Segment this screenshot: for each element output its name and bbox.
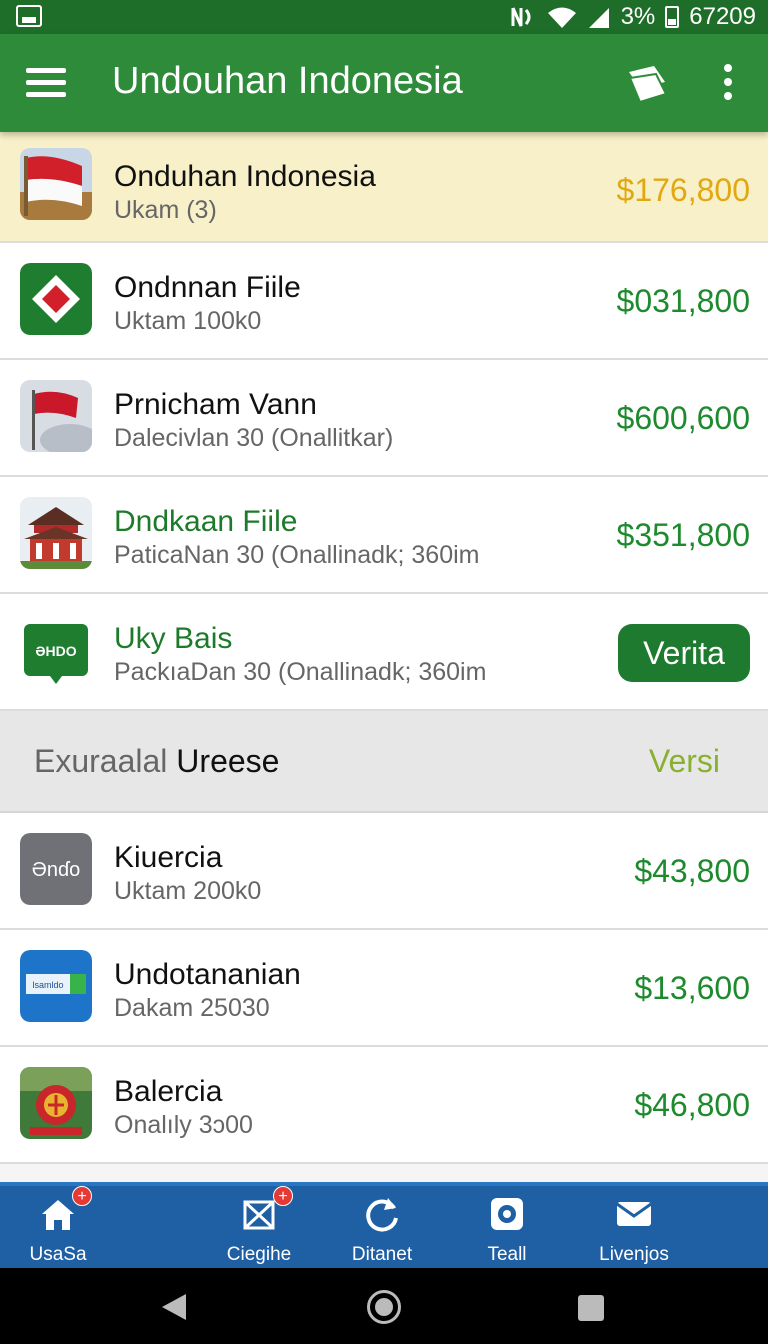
item-title: Onduhan Indonesia (114, 160, 376, 193)
item-subtitle: Uktam 100k0 (114, 307, 262, 335)
item-price: $43,800 (634, 853, 750, 889)
menu-icon[interactable] (26, 68, 66, 98)
nav-item-livenjos[interactable]: Livenjos (584, 1194, 684, 1266)
item-title: Kiuercia (114, 841, 223, 874)
tools-icon: + (239, 1186, 293, 1234)
item-price: $031,800 (616, 283, 750, 319)
app-bar: Undouhan Indonesia (0, 34, 768, 132)
mail-icon (614, 1194, 654, 1234)
item-price: $46,800 (634, 1087, 750, 1123)
back-icon[interactable] (160, 1292, 188, 1322)
hdo-icon: ƏHDO (20, 616, 92, 688)
battery-icon (665, 6, 680, 28)
list-item[interactable]: lsamldo Undotananian Dakam 25030 $13,600 (0, 930, 768, 1047)
item-price: $600,600 (616, 400, 750, 436)
item-title: Prnicham Vann (114, 388, 317, 421)
svg-text:lsamldo: lsamldo (32, 980, 63, 990)
item-title: Ondnnan Fiile (114, 271, 301, 304)
item-subtitle: Dalecivlan 30 (Onallitkar) (114, 424, 394, 452)
battery-percent: 3% (620, 3, 656, 30)
nav-item-teall[interactable]: Teall (457, 1194, 557, 1266)
item-price: $176,800 (616, 172, 750, 208)
item-subtitle: PaticaNan 30 (Onallinadk; 360im (114, 541, 480, 569)
item-subtitle: Onalıly 3ɔ00 (114, 1111, 253, 1139)
wifi-icon (547, 7, 576, 28)
green-diamond-icon (20, 263, 92, 335)
list-item[interactable]: Ondnnan Fiile Uktam 100k0 $031,800 (0, 243, 768, 360)
nav-item-usasa[interactable]: + UsaSa (8, 1186, 108, 1266)
clock: 67209 (689, 3, 756, 30)
download-list: Onduhan Indonesia Ukam (3) $176,800 Ondn… (0, 132, 768, 1164)
item-price: $13,600 (634, 970, 750, 1006)
recents-button[interactable] (578, 1295, 604, 1321)
item-subtitle: Uktam 200k0 (114, 877, 262, 905)
bottom-nav: + UsaSa + Ciegihe Ditanet Teall Livenjos (0, 1182, 768, 1268)
verita-button[interactable]: Verita (618, 624, 750, 682)
home-button[interactable] (367, 1290, 401, 1324)
home-icon: + (38, 1186, 92, 1234)
list-item[interactable]: Balercia Onalıly 3ɔ00 $46,800 (0, 1047, 768, 1164)
gallery-notification-icon (16, 5, 42, 27)
item-price: $351,800 (616, 517, 750, 553)
item-title: Uky Bais (114, 622, 233, 655)
system-nav-bar (0, 1268, 768, 1344)
item-subtitle: Dakam 25030 (114, 994, 270, 1022)
card-icon[interactable] (626, 64, 668, 104)
indonesia-flag-icon (20, 148, 92, 220)
refresh-icon (362, 1194, 402, 1234)
item-subtitle: PackıaDan 30 (Onallinadk; 360im (114, 658, 487, 686)
emblem-icon (20, 1067, 92, 1139)
nav-item-ditanet[interactable]: Ditanet (332, 1194, 432, 1266)
camera-icon (487, 1194, 527, 1234)
item-title: Dndkaan Fiile (114, 505, 298, 538)
ondo-icon: Ənɗo (20, 833, 92, 905)
status-bar: 3% 67209 (0, 0, 768, 34)
svg-text:Ənɗo: Ənɗo (32, 859, 80, 881)
list-item[interactable]: Prnicham Vann Dalecivlan 30 (Onallitkar)… (0, 360, 768, 477)
list-item[interactable]: Onduhan Indonesia Ukam (3) $176,800 (0, 132, 768, 243)
badge: + (273, 1186, 293, 1206)
item-title: Balercia (114, 1075, 223, 1108)
badge: + (72, 1186, 92, 1206)
page-title: Undouhan Indonesia (112, 60, 463, 102)
item-title: Undotananian (114, 958, 301, 991)
svg-text:ƏHDO: ƏHDO (35, 643, 76, 659)
item-subtitle: Ukam (3) (114, 196, 217, 224)
banner-icon: lsamldo (20, 950, 92, 1022)
nfc-icon (511, 7, 531, 27)
list-item[interactable]: Ənɗo Kiuercia Uktam 200k0 $43,800 (0, 813, 768, 930)
section-title: Exuraalal Ureese (34, 743, 280, 779)
signal-icon (588, 8, 609, 28)
more-options-icon[interactable] (722, 64, 734, 104)
versi-link[interactable]: Versi (649, 743, 720, 780)
section-header: Exuraalal Ureese Versi (0, 711, 768, 813)
nav-item-ciegihe[interactable]: + Ciegihe (209, 1186, 309, 1266)
list-item[interactable]: Dndkaan Fiile PaticaNan 30 (Onallinadk; … (0, 477, 768, 594)
red-flag-icon (20, 380, 92, 452)
list-item[interactable]: ƏHDO Uky Bais PackıaDan 30 (Onallinadk; … (0, 594, 768, 711)
temple-icon (20, 497, 92, 569)
